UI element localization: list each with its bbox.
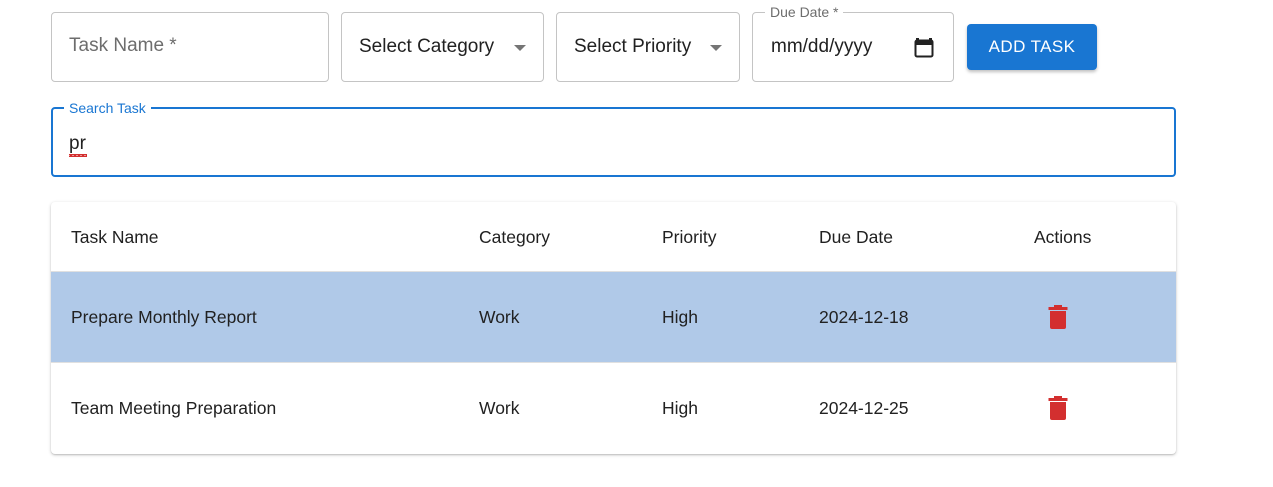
delete-icon (1048, 396, 1068, 420)
due-date-cell: 2024-12-25 (819, 398, 909, 418)
category-select-value: Select Category (359, 36, 495, 57)
search-task-field[interactable]: Search Task pr (51, 100, 1176, 177)
add-task-button[interactable]: ADD TASK (967, 24, 1097, 70)
category-cell: Work (479, 307, 520, 327)
task-name-cell: Prepare Monthly Report (71, 307, 257, 327)
due-date-cell: 2024-12-18 (819, 307, 909, 327)
header-priority: Priority (662, 227, 717, 247)
header-due-date: Due Date (819, 227, 893, 247)
task-table: Task Name Category Priority Due Date Act… (51, 202, 1176, 454)
calendar-icon[interactable] (914, 37, 934, 58)
priority-select[interactable]: Select Priority (556, 12, 740, 82)
due-date-label: Due Date * (765, 4, 844, 20)
task-name-field[interactable]: Task Name * (51, 12, 329, 82)
spellcheck-underline (69, 154, 87, 157)
search-task-input-value: pr (69, 133, 86, 154)
task-name-placeholder: Task Name * (69, 35, 177, 56)
delete-icon (1048, 305, 1068, 329)
table-row[interactable]: Team Meeting Preparation Work High 2024-… (51, 363, 1176, 454)
table-row[interactable]: Prepare Monthly Report Work High 2024-12… (51, 272, 1176, 363)
table-header-row: Task Name Category Priority Due Date Act… (51, 202, 1176, 272)
priority-cell: High (662, 398, 698, 418)
arrow-drop-down-icon (710, 45, 722, 51)
header-category: Category (479, 227, 551, 247)
search-task-label: Search Task (64, 100, 151, 116)
category-select[interactable]: Select Category (341, 12, 544, 82)
delete-button[interactable] (1038, 388, 1078, 428)
due-date-value: mm/dd/yyyy (771, 36, 873, 57)
category-cell: Work (479, 398, 520, 418)
header-task-name: Task Name (71, 227, 159, 247)
priority-select-value: Select Priority (574, 36, 692, 57)
header-actions: Actions (1034, 227, 1092, 247)
delete-button[interactable] (1038, 297, 1078, 337)
task-name-cell: Team Meeting Preparation (71, 398, 277, 418)
due-date-field[interactable]: Due Date * mm/dd/yyyy (752, 4, 954, 82)
arrow-drop-down-icon (514, 45, 526, 51)
priority-cell: High (662, 307, 698, 327)
